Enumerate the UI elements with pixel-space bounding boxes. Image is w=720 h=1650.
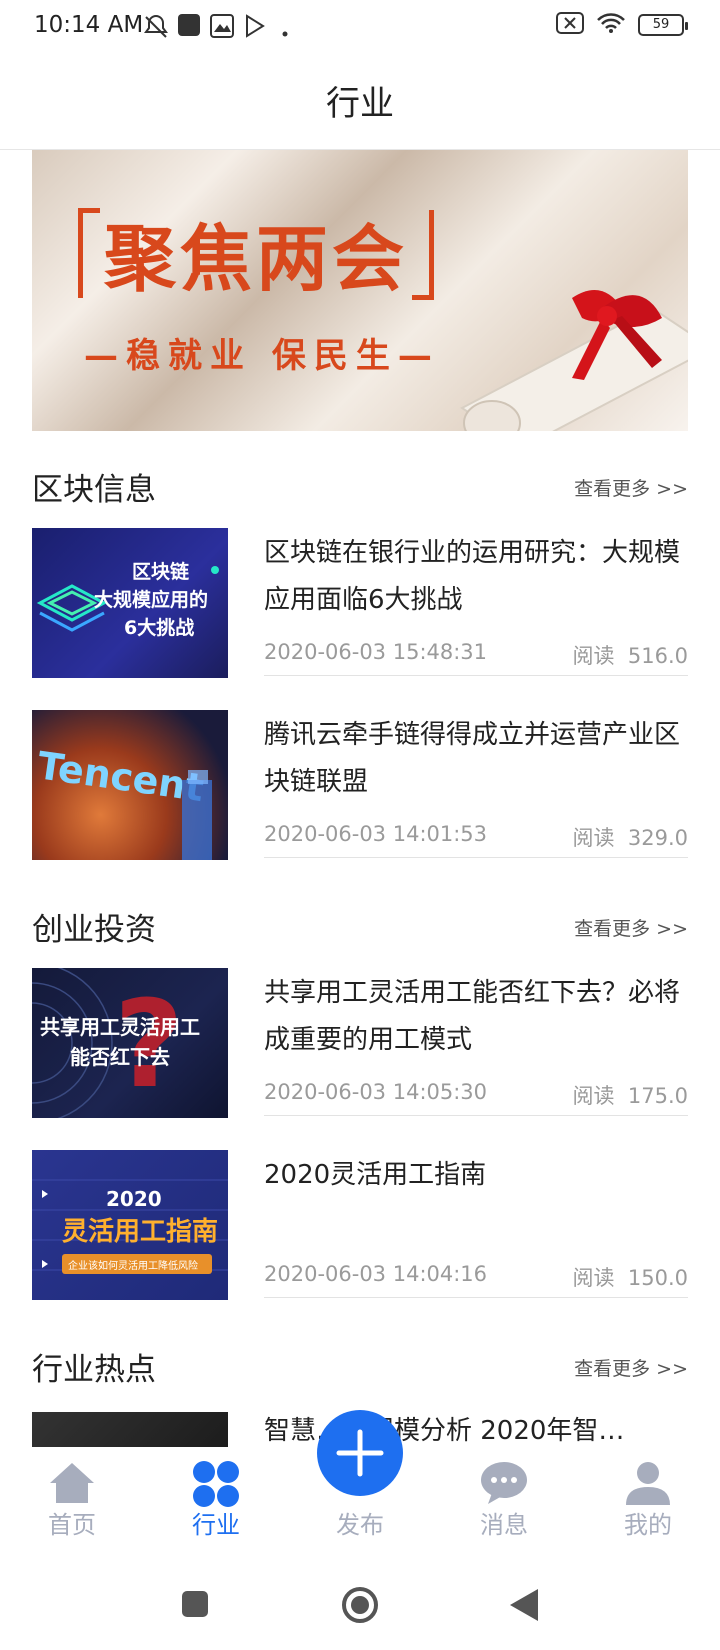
status-time: 10:14 AM — [34, 12, 144, 38]
status-right: 59 — [556, 12, 688, 38]
banner-bracket-right — [412, 210, 434, 300]
photo-notification-icon — [210, 14, 234, 42]
view-more-link[interactable]: 查看更多 >> — [574, 474, 688, 501]
section-title: 区块信息 — [32, 472, 156, 508]
svg-text:区块链: 区块链 — [132, 560, 189, 583]
svg-text:企业该如何灵活用工降低风险: 企业该如何灵活用工降低风险 — [68, 1259, 198, 1272]
news-date: 2020-06-03 14:05:30 — [264, 1080, 488, 1104]
news-thumbnail: Tencent — [32, 710, 228, 860]
news-read-count: 阅读 175.0 — [572, 1084, 688, 1108]
recent-apps-button[interactable] — [182, 1591, 208, 1621]
news-date: 2020-06-03 15:48:31 — [264, 640, 488, 664]
news-meta: 2020-06-03 15:48:31 阅读 516.0 — [264, 636, 688, 676]
chat-icon — [480, 1461, 528, 1509]
section-title: 行业热点 — [32, 1352, 156, 1388]
home-button[interactable] — [341, 1586, 379, 1628]
news-meta: 2020-06-03 14:01:53 阅读 329.0 — [264, 818, 688, 858]
wifi-icon — [596, 12, 626, 38]
certificate-scroll-icon — [460, 290, 688, 431]
news-item[interactable]: ? 共享用工灵活用工 能否红下去 共享用工灵活用工能否红下去？必将成重要的用工模… — [32, 968, 688, 1120]
tab-home[interactable]: 首页 — [0, 1447, 144, 1547]
view-more-link[interactable]: 查看更多 >> — [574, 1354, 688, 1381]
news-item[interactable]: 区块链 大规模应用的 6大挑战 区块链在银行业的运用研究：大规模应用面临6大挑战… — [32, 528, 688, 680]
news-meta: 2020-06-03 14:05:30 阅读 175.0 — [264, 1076, 688, 1116]
news-date: 2020-06-03 14:04:16 — [264, 1262, 488, 1286]
view-more-link[interactable]: 查看更多 >> — [574, 914, 688, 941]
tab-industry[interactable]: 行业 — [144, 1447, 288, 1547]
news-date: 2020-06-03 14:01:53 — [264, 822, 488, 846]
svg-text:Tencent: Tencent — [35, 743, 207, 810]
sim-off-icon — [556, 12, 584, 38]
section-header-venture: 创业投资 查看更多 >> — [32, 900, 688, 950]
tab-label: 行业 — [192, 1511, 240, 1539]
tab-label: 消息 — [480, 1511, 528, 1539]
system-nav-bar — [0, 1547, 720, 1650]
news-read-count: 阅读 150.0 — [572, 1266, 688, 1290]
dot-icon — [282, 22, 288, 41]
plus-icon — [336, 1429, 384, 1477]
tab-messages[interactable]: 消息 — [432, 1447, 576, 1547]
svg-text:共享用工灵活用工: 共享用工灵活用工 — [40, 1015, 200, 1039]
publish-button[interactable] — [317, 1410, 403, 1496]
news-read-count: 阅读 329.0 — [572, 826, 688, 850]
grid-icon — [192, 1461, 240, 1511]
status-bar: 10:14 AM 59 — [0, 0, 720, 56]
news-title: 腾讯云牵手链得得成立并运营产业区块链联盟 — [264, 720, 681, 797]
banner-title: 聚焦两会 — [104, 216, 409, 301]
news-thumbnail — [32, 1412, 228, 1447]
news-title: 2020灵活用工指南 — [264, 1160, 487, 1190]
mute-icon — [142, 14, 170, 44]
banner-bracket-left — [78, 208, 100, 298]
battery-icon: 59 — [638, 14, 688, 36]
svg-text:灵活用工指南: 灵活用工指南 — [62, 1217, 218, 1247]
news-item[interactable]: 2020 灵活用工指南 企业该如何灵活用工降低风险 2020灵活用工指南 202… — [32, 1150, 688, 1302]
news-read-count: 阅读 516.0 — [572, 644, 688, 668]
svg-text:2020: 2020 — [106, 1187, 162, 1211]
section-title: 创业投资 — [32, 912, 156, 948]
tab-label: 发布 — [336, 1511, 384, 1539]
banner-subtitle: —稳就业 保民生— — [84, 336, 440, 376]
tab-profile[interactable]: 我的 — [576, 1447, 720, 1547]
home-icon — [48, 1461, 96, 1509]
tab-label: 我的 — [624, 1511, 672, 1539]
news-thumbnail: ? 共享用工灵活用工 能否红下去 — [32, 968, 228, 1118]
news-thumbnail: 区块链 大规模应用的 6大挑战 — [32, 528, 228, 678]
page-header: 行业 — [0, 56, 720, 150]
svg-text:能否红下去: 能否红下去 — [70, 1045, 170, 1069]
news-item[interactable]: Tencent 腾讯云牵手链得得成立并运营产业区块链联盟 2020-06-03 … — [32, 710, 688, 862]
news-thumbnail: 2020 灵活用工指南 企业该如何灵活用工降低风险 — [32, 1150, 228, 1300]
section-header-hot: 行业热点 查看更多 >> — [32, 1340, 688, 1390]
news-meta: 2020-06-03 14:04:16 阅读 150.0 — [264, 1258, 688, 1298]
back-button[interactable] — [510, 1589, 538, 1625]
app-notification-icon — [178, 14, 200, 40]
svg-text:6大挑战: 6大挑战 — [124, 616, 194, 639]
news-title: 区块链在银行业的运用研究：大规模应用面临6大挑战 — [264, 538, 681, 615]
news-title: 共享用工灵活用工能否红下去？必将成重要的用工模式 — [264, 978, 681, 1055]
section-header-blockchain: 区块信息 查看更多 >> — [32, 460, 688, 510]
play-store-icon — [244, 14, 266, 42]
page-title: 行业 — [326, 84, 394, 124]
banner-carousel[interactable]: 聚焦两会 —稳就业 保民生— — [32, 150, 688, 431]
svg-text:大规模应用的: 大规模应用的 — [94, 588, 208, 611]
user-icon — [624, 1461, 672, 1509]
tab-label: 首页 — [48, 1511, 96, 1539]
